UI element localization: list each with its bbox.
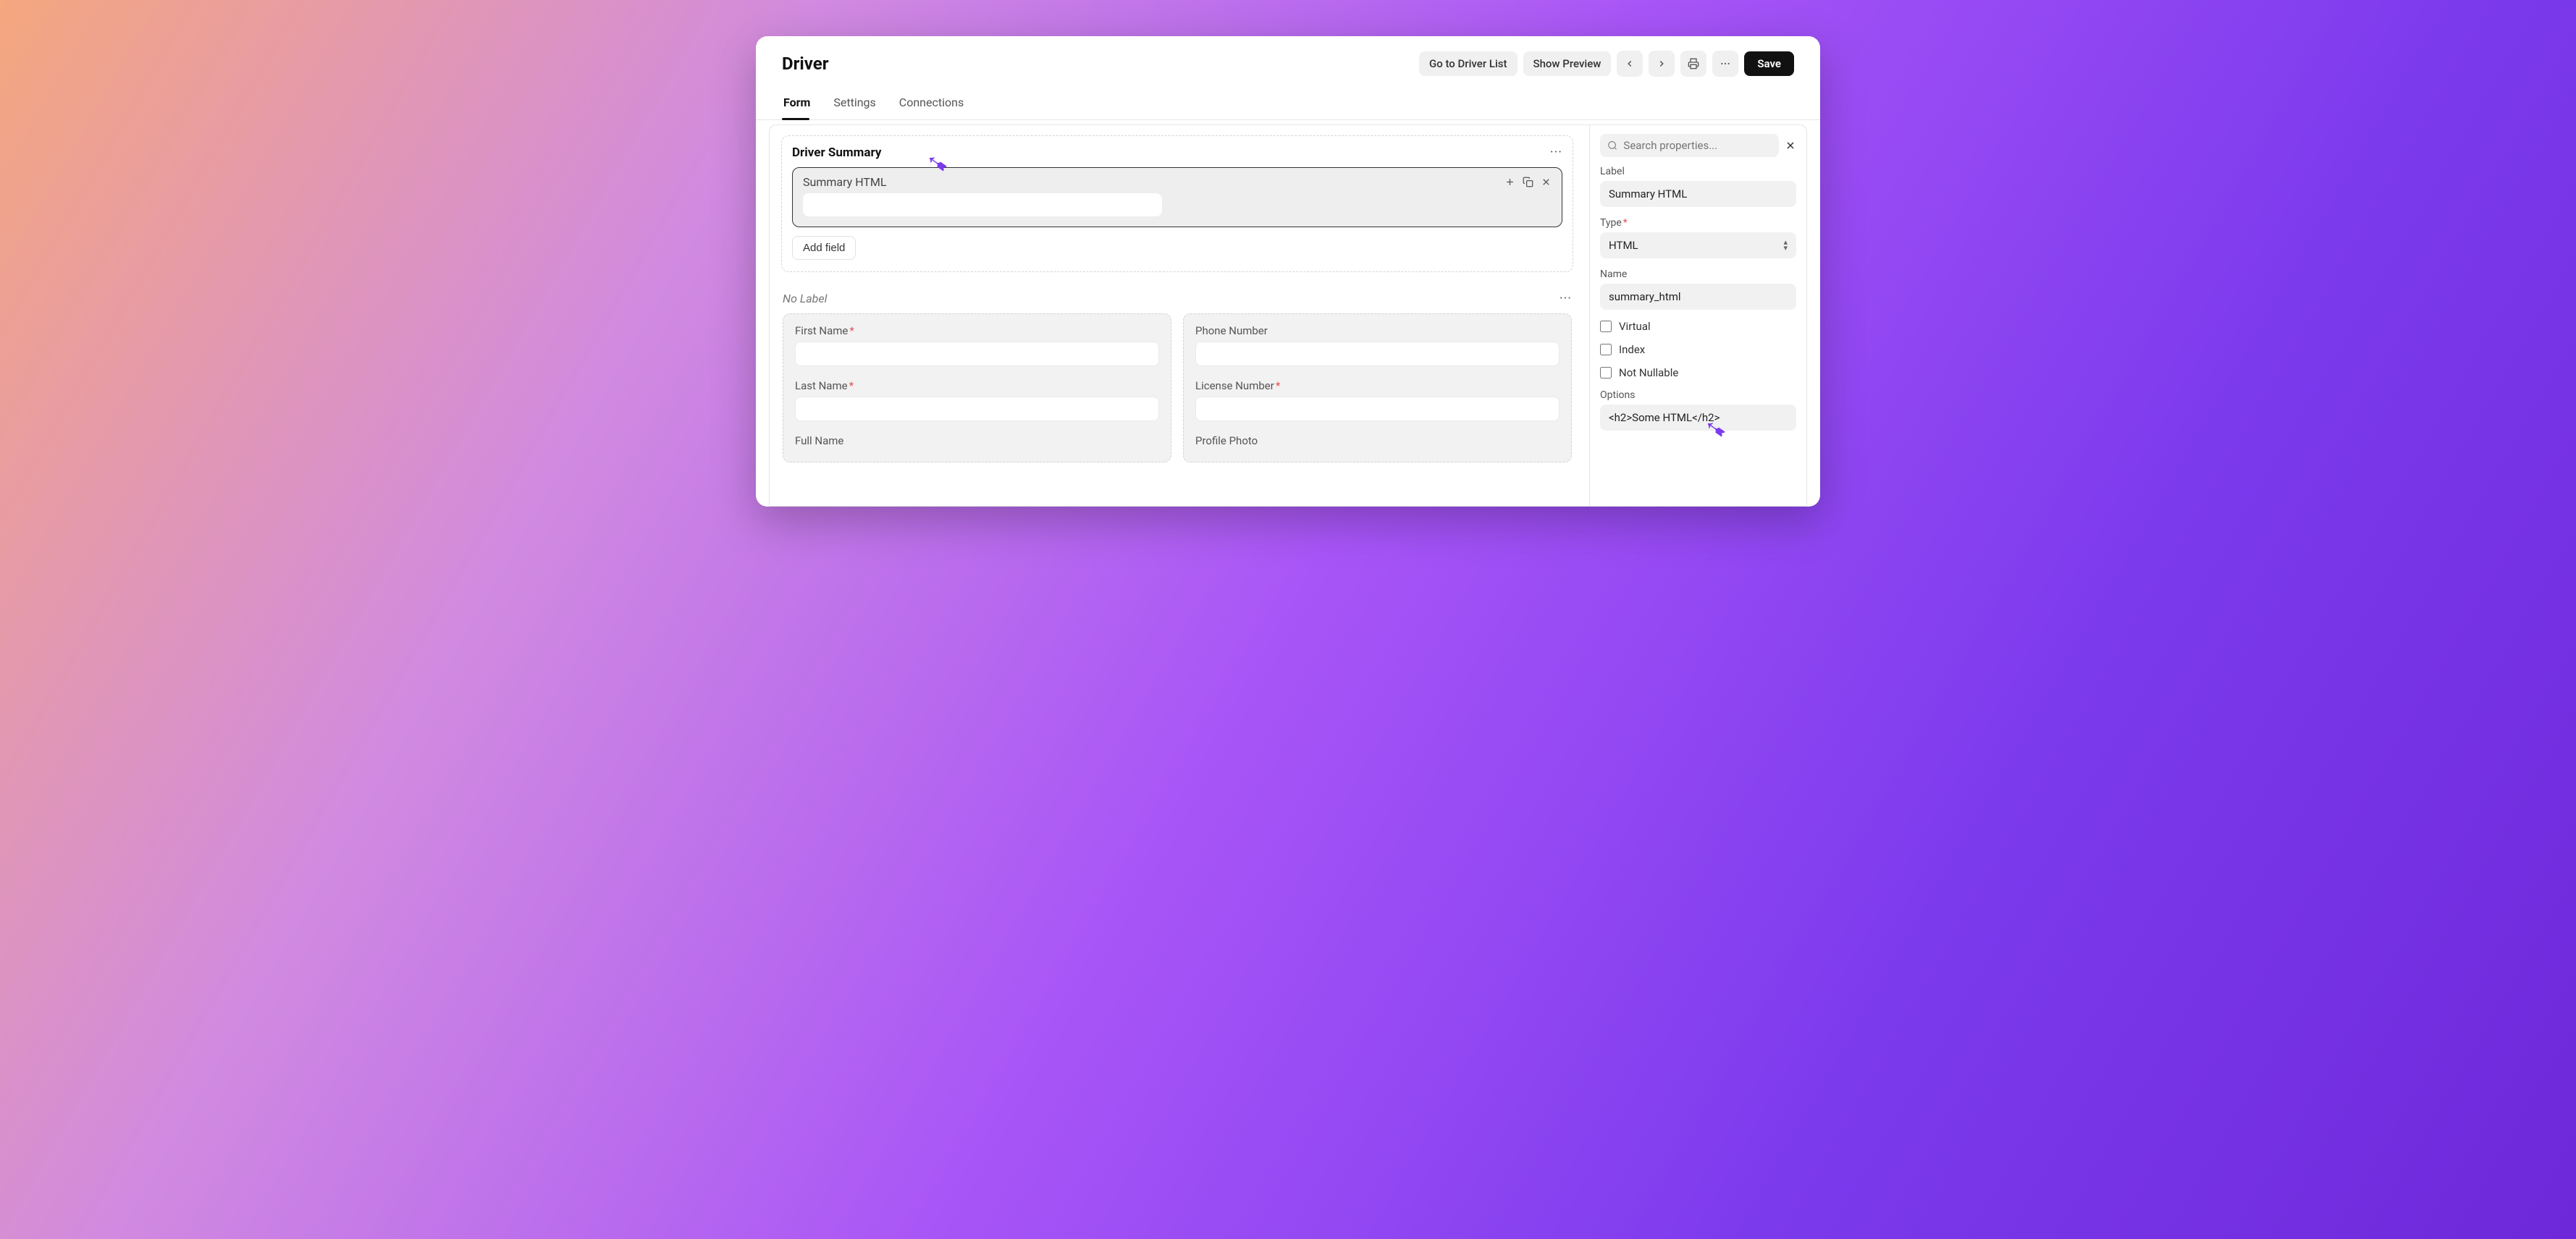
close-icon[interactable] [1541, 177, 1552, 187]
header-actions: Go to Driver List Show Preview Save [1419, 51, 1794, 77]
copy-icon[interactable] [1523, 177, 1533, 187]
field-label-license: License Number* [1195, 379, 1560, 392]
chevron-left-icon [1625, 59, 1635, 69]
next-button[interactable] [1649, 51, 1675, 77]
chevron-right-icon [1657, 59, 1667, 69]
field-label-photo: Profile Photo [1195, 434, 1560, 447]
page-header: Driver Go to Driver List Show Preview Sa… [756, 36, 1820, 88]
prop-options-label: Options [1600, 389, 1796, 401]
form-canvas: ➸ Driver Summary ··· Summary HTML [770, 125, 1589, 506]
tab-form[interactable]: Form [782, 88, 812, 119]
tab-connections[interactable]: Connections [898, 88, 965, 119]
close-icon [1785, 140, 1796, 151]
search-box[interactable] [1600, 134, 1779, 157]
search-input[interactable] [1623, 139, 1772, 152]
add-field-button[interactable]: Add field [792, 236, 856, 260]
section-no-label[interactable]: No Label ··· First Name* Last Name* [781, 282, 1573, 462]
close-panel-button[interactable] [1785, 140, 1796, 151]
page-title: Driver [782, 54, 829, 74]
prop-label-label: Label [1600, 166, 1796, 177]
index-label: Index [1619, 343, 1645, 356]
license-input[interactable] [1195, 397, 1560, 421]
selected-field-label: Summary HTML [803, 175, 887, 189]
go-to-list-button[interactable]: Go to Driver List [1419, 51, 1518, 76]
column-right[interactable]: Phone Number License Number* Profile Pho… [1183, 313, 1572, 462]
prop-name-input[interactable] [1600, 284, 1796, 310]
field-label-last-name: Last Name* [795, 379, 1159, 392]
builder-body: ➸ Driver Summary ··· Summary HTML [769, 124, 1807, 507]
more-button[interactable] [1712, 51, 1738, 77]
show-preview-button[interactable]: Show Preview [1523, 51, 1612, 76]
column-left[interactable]: First Name* Last Name* Full Name [783, 313, 1171, 462]
prop-options-input[interactable] [1600, 405, 1796, 431]
section-more-button[interactable]: ··· [1560, 291, 1572, 306]
first-name-input[interactable] [795, 342, 1159, 366]
virtual-checkbox[interactable] [1600, 321, 1612, 332]
save-button[interactable]: Save [1744, 51, 1794, 76]
prop-type-label: Type* [1600, 217, 1796, 229]
selected-field-summary-html[interactable]: Summary HTML [792, 167, 1562, 227]
prop-type-value: HTML [1609, 239, 1638, 252]
prop-label-input[interactable] [1600, 181, 1796, 207]
tab-settings[interactable]: Settings [832, 88, 877, 119]
last-name-input[interactable] [795, 397, 1159, 421]
add-icon[interactable] [1504, 177, 1515, 187]
section-title-nolabel: No Label [783, 292, 827, 305]
field-preview-input [803, 193, 1162, 216]
more-horizontal-icon [1720, 58, 1731, 69]
tabs: Form Settings Connections [756, 88, 1820, 120]
field-label-full-name: Full Name [795, 434, 1159, 447]
not-nullable-label: Not Nullable [1619, 366, 1678, 379]
properties-panel: ➸ Label Type* HTML ▴▾ [1589, 125, 1806, 506]
field-label-phone: Phone Number [1195, 324, 1560, 337]
prev-button[interactable] [1617, 51, 1643, 77]
section-driver-summary[interactable]: ➸ Driver Summary ··· Summary HTML [781, 135, 1573, 272]
index-checkbox[interactable] [1600, 344, 1612, 355]
prop-name-label: Name [1600, 268, 1796, 280]
phone-input[interactable] [1195, 342, 1560, 366]
prop-type-select[interactable]: HTML ▴▾ [1600, 232, 1796, 258]
chevron-updown-icon: ▴▾ [1783, 240, 1788, 250]
app-window: Driver Go to Driver List Show Preview Sa… [756, 36, 1820, 507]
section-title: Driver Summary [792, 145, 881, 160]
field-label-first-name: First Name* [795, 324, 1159, 337]
not-nullable-checkbox[interactable] [1600, 367, 1612, 379]
virtual-label: Virtual [1619, 320, 1651, 333]
print-button[interactable] [1680, 51, 1706, 77]
section-more-button[interactable]: ··· [1550, 145, 1562, 160]
search-icon [1607, 140, 1617, 151]
printer-icon [1688, 58, 1699, 69]
